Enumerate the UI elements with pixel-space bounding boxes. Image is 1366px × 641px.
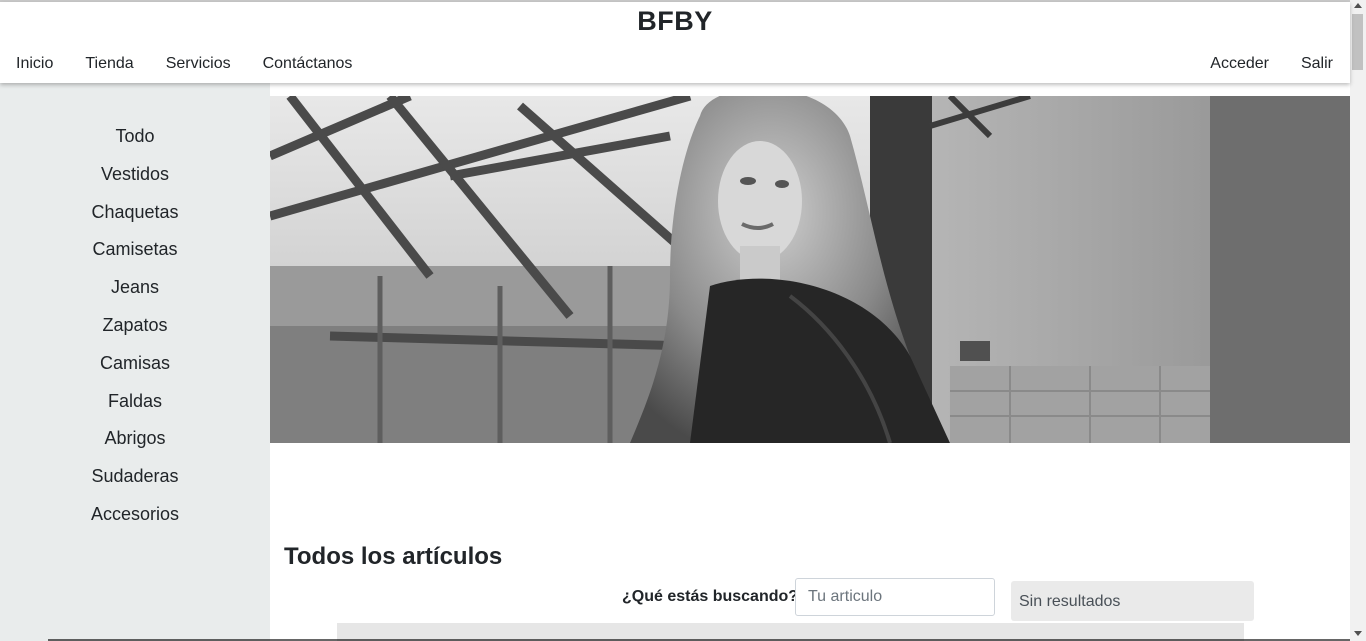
page-title: Todos los artículos: [284, 543, 503, 570]
category-item-abrigos[interactable]: Abrigos: [0, 420, 270, 458]
category-item-faldas[interactable]: Faldas: [0, 383, 270, 421]
logout-link[interactable]: Salir: [1285, 54, 1349, 74]
scroll-down-arrow-icon[interactable]: [1354, 631, 1362, 636]
category-item-camisetas[interactable]: Camisetas: [0, 231, 270, 269]
category-item-zapatos[interactable]: Zapatos: [0, 307, 270, 345]
category-list: Todo Vestidos Chaquetas Camisetas Jeans …: [0, 83, 270, 534]
login-link[interactable]: Acceder: [1194, 54, 1285, 74]
search-label: ¿Qué estás buscando?: [622, 588, 799, 605]
scroll-up-arrow-icon[interactable]: [1354, 3, 1362, 8]
category-item-chaquetas[interactable]: Chaquetas: [0, 194, 270, 232]
navbar: BFBY Inicio Tienda Servicios Contáctanos…: [0, 2, 1350, 83]
category-item-jeans[interactable]: Jeans: [0, 269, 270, 307]
hero-banner-image: [270, 96, 1350, 443]
category-item-camisas[interactable]: Camisas: [0, 345, 270, 383]
category-item-vestidos[interactable]: Vestidos: [0, 156, 270, 194]
category-item-sudaderas[interactable]: Sudaderas: [0, 458, 270, 496]
nav-link-inicio[interactable]: Inicio: [0, 54, 69, 74]
category-item-todo[interactable]: Todo: [0, 118, 270, 156]
nav-link-contactanos[interactable]: Contáctanos: [247, 54, 369, 74]
main-nav: Inicio Tienda Servicios Contáctanos: [0, 54, 368, 74]
category-item-accesorios[interactable]: Accesorios: [0, 496, 270, 534]
search-input[interactable]: [795, 578, 995, 616]
vertical-scrollbar[interactable]: [1350, 0, 1366, 641]
nav-link-servicios[interactable]: Servicios: [150, 54, 247, 74]
scrollbar-thumb[interactable]: [1352, 14, 1363, 70]
category-sidebar: Todo Vestidos Chaquetas Camisetas Jeans …: [0, 83, 270, 641]
account-nav: Acceder Salir: [1194, 54, 1349, 74]
search-results-status: Sin resultados: [1011, 581, 1254, 621]
nav-link-tienda[interactable]: Tienda: [69, 54, 149, 74]
brand-logo[interactable]: BFBY: [0, 6, 1350, 37]
